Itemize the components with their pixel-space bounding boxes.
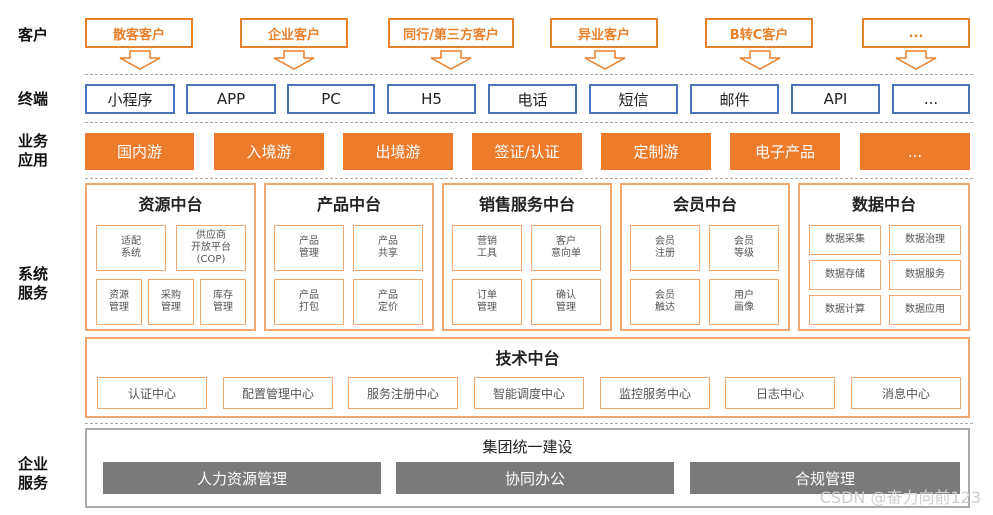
enterprise-cell: 协同办公 xyxy=(396,462,674,494)
tech-platform-cell: 认证中心 xyxy=(97,377,207,409)
customer-box: 同行/第三方客户 xyxy=(388,18,514,48)
customer-box: 异业客户 xyxy=(550,18,658,48)
platform-panel: 数据中台 数据采集 数据治理 数据存储 数据服务 数据计算 数据应用 xyxy=(798,183,970,331)
platform-cell: 产品 管理 xyxy=(274,225,344,271)
watermark: CSDN @奋力向前123 xyxy=(819,488,981,507)
platform-title: 数据中台 xyxy=(851,195,916,214)
row-label-terminal: 终端 xyxy=(18,90,49,108)
platform-cell: 数据服务 xyxy=(889,260,961,290)
platform-cell: 用户 画像 xyxy=(709,279,779,325)
terminal-box: API xyxy=(791,84,880,114)
platform-title: 产品中台 xyxy=(316,195,381,214)
row-label-customer: 客户 xyxy=(18,26,49,44)
terminal-box: 电话 xyxy=(488,84,577,114)
terminal-box: 短信 xyxy=(589,84,678,114)
row-label-business: 业务 应用 xyxy=(18,132,49,169)
tech-platform-cell: 消息中心 xyxy=(851,377,961,409)
platform-cell: 数据治理 xyxy=(889,225,961,255)
terminal-box: APP xyxy=(186,84,276,114)
row-label-system: 系统 服务 xyxy=(18,265,49,302)
platform-cell: 营销 工具 xyxy=(452,225,522,271)
down-arrow-icon xyxy=(273,50,315,70)
platform-cell: 产品 定价 xyxy=(353,279,423,325)
tech-platform-cell: 监控服务中心 xyxy=(600,377,710,409)
down-arrow-icon xyxy=(119,50,161,70)
platform-cell: 数据采集 xyxy=(809,225,881,255)
platform-title: 销售服务中台 xyxy=(478,195,575,214)
platform-cell: 会员 等级 xyxy=(709,225,779,271)
platform-cell: 供应商 开放平台 (COP) xyxy=(176,225,246,271)
customer-box: ... xyxy=(862,18,970,48)
tech-platform-cell: 配置管理中心 xyxy=(223,377,333,409)
business-app-box: 电子产品 xyxy=(730,133,840,170)
platform-cell: 采购 管理 xyxy=(148,279,194,325)
tech-platform-cell: 服务注册中心 xyxy=(348,377,458,409)
platform-cell: 产品 打包 xyxy=(274,279,344,325)
platform-cell: 资源 管理 xyxy=(96,279,142,325)
platform-panel: 资源中台 适配 系统 供应商 开放平台 (COP) 资源 管理 采购 管理 库存… xyxy=(85,183,256,331)
platform-cell: 数据计算 xyxy=(809,295,881,325)
tech-platform-cell: 智能调度中心 xyxy=(474,377,584,409)
customer-box: B转C客户 xyxy=(705,18,813,48)
platform-title: 会员中台 xyxy=(672,195,737,214)
terminal-box: ... xyxy=(892,84,970,114)
platform-cell: 客户 意向单 xyxy=(531,225,601,271)
down-arrow-icon xyxy=(430,50,472,70)
platform-cell: 库存 管理 xyxy=(200,279,246,325)
down-arrow-icon xyxy=(584,50,626,70)
platform-cell: 数据存储 xyxy=(809,260,881,290)
enterprise-title: 集团统一建设 xyxy=(482,438,573,456)
separator xyxy=(85,423,973,424)
customer-box: 企业客户 xyxy=(240,18,348,48)
tech-platform-cell: 日志中心 xyxy=(725,377,835,409)
tech-platform-panel: 技术中台 认证中心 配置管理中心 服务注册中心 智能调度中心 监控服务中心 日志… xyxy=(85,337,970,418)
business-app-box: 定制游 xyxy=(601,133,711,170)
platform-panel: 会员中台 会员 注册 会员 等级 会员 触达 用户 画像 xyxy=(620,183,790,331)
platform-panel: 产品中台 产品 管理 产品 共享 产品 打包 产品 定价 xyxy=(264,183,434,331)
down-arrow-icon xyxy=(739,50,781,70)
platform-cell: 会员 注册 xyxy=(630,225,700,271)
business-app-box: ... xyxy=(860,133,970,170)
business-app-box: 入境游 xyxy=(214,133,324,170)
enterprise-cell: 人力资源管理 xyxy=(103,462,381,494)
row-label-enterprise: 企业 服务 xyxy=(18,455,49,492)
down-arrow-icon xyxy=(895,50,937,70)
customer-box: 散客客户 xyxy=(85,18,193,48)
business-app-box: 出境游 xyxy=(343,133,453,170)
platform-cell: 会员 触达 xyxy=(630,279,700,325)
platform-cell: 产品 共享 xyxy=(353,225,423,271)
separator xyxy=(85,178,973,179)
platform-cell: 确认 管理 xyxy=(531,279,601,325)
platform-title: 资源中台 xyxy=(138,195,203,214)
business-app-box: 国内游 xyxy=(85,133,194,170)
terminal-box: 邮件 xyxy=(690,84,779,114)
terminal-box: H5 xyxy=(387,84,476,114)
platform-cell: 订单 管理 xyxy=(452,279,522,325)
platform-panel: 销售服务中台 营销 工具 客户 意向单 订单 管理 确认 管理 xyxy=(442,183,612,331)
separator xyxy=(85,74,973,75)
platform-cell: 适配 系统 xyxy=(96,225,166,271)
terminal-box: PC xyxy=(287,84,375,114)
terminal-box: 小程序 xyxy=(85,84,175,114)
business-app-box: 签证/认证 xyxy=(472,133,582,170)
tech-platform-title: 技术中台 xyxy=(495,349,560,368)
platform-cell: 数据应用 xyxy=(889,295,961,325)
separator xyxy=(85,122,973,123)
